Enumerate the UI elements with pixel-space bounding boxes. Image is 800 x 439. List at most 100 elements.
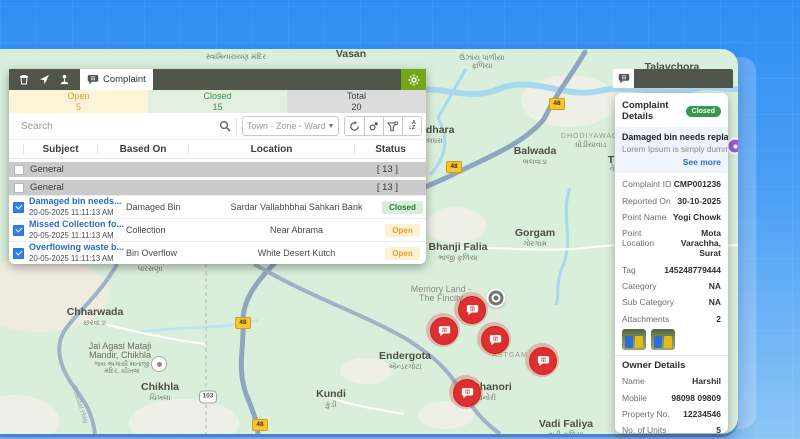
attraction-poi-icon[interactable] — [487, 289, 506, 308]
map-label-vadi-faliya: Vadi Faliya — [539, 419, 593, 430]
based-on-value: Bin Overflow — [104, 248, 214, 258]
header-based-on[interactable]: Based On — [97, 144, 188, 155]
field-label: Reported On — [622, 196, 671, 206]
stat-closed[interactable]: Closed 15 — [148, 90, 287, 113]
group-row[interactable]: General [ 13 ] — [9, 180, 426, 195]
map-label-endergota: Endergota — [379, 351, 431, 362]
table-row[interactable]: Overflowing waste b... 20-05-2025 11:11:… — [9, 241, 426, 264]
checkbox-checked[interactable] — [13, 248, 24, 259]
field-value: 98098 09809 — [671, 393, 721, 403]
stats-row: Open 5 Closed 15 Total 20 — [9, 90, 426, 113]
header-location[interactable]: Location — [188, 144, 354, 155]
search-icon[interactable] — [219, 120, 231, 132]
field-label: Tag — [622, 265, 636, 275]
map-label-chharwada: Chharwada — [67, 307, 124, 318]
complaint-marker[interactable] — [525, 343, 559, 377]
stat-total[interactable]: Total 20 — [287, 90, 426, 113]
tabbar-filler — [634, 69, 733, 88]
field-label: Sub Category — [622, 297, 674, 307]
attachment-thumbnails — [622, 329, 721, 350]
field-label: Point Location — [622, 228, 661, 258]
temple-poi-icon[interactable] — [151, 356, 167, 372]
field-row: Category NA — [622, 278, 721, 294]
gear-dot-icon[interactable] — [364, 117, 383, 135]
status-badge: Closed — [686, 106, 721, 117]
table-row[interactable]: Damaged bin needs... 20-05-2025 11:11:13… — [9, 195, 426, 218]
map-label-chikhla-gu: ચિખલા — [149, 394, 170, 402]
complaint-bubble-icon — [537, 355, 550, 367]
detail-panel-tabbar — [613, 69, 733, 88]
complaint-bubble-icon — [466, 304, 479, 316]
purple-poi-icon[interactable] — [727, 138, 739, 155]
navigation-icon[interactable] — [34, 69, 54, 90]
stat-open[interactable]: Open 5 — [9, 90, 148, 113]
stat-closed-value: 15 — [148, 102, 287, 113]
field-value: NA — [709, 281, 721, 291]
table-row[interactable]: Missed Collection fo... 20-05-2025 11:11… — [9, 218, 426, 241]
status-badge: Closed — [382, 201, 423, 214]
header-subject[interactable]: Subject — [23, 144, 97, 155]
complaint-marker[interactable] — [426, 313, 460, 347]
map-label-balwada-gu: બલવાડા — [523, 158, 547, 166]
map-label-dhodiyawadi-gu: ધોડીયાવાડ — [575, 141, 606, 149]
tab-complaint[interactable]: Complaint — [80, 69, 153, 90]
field-row: No. of Units5 — [622, 422, 721, 433]
field-row: Tag145248779444 — [622, 262, 721, 278]
field-row: Point NameYogi Chowk — [622, 209, 721, 225]
checkbox-checked[interactable] — [13, 225, 24, 236]
checkbox-unchecked[interactable] — [14, 183, 24, 193]
field-value: Harshil — [692, 376, 721, 386]
road-badge-48: 48 — [446, 161, 462, 173]
map-label-vadi-faliya-gu: વાડી ફળિયા — [548, 431, 584, 434]
field-value: 12234546 — [683, 409, 721, 419]
complaint-time: 20-05-2025 11:11:13 AM — [29, 254, 114, 263]
complaint-details-card: Complaint Details Closed Damaged bin nee… — [615, 93, 728, 433]
town-zone-ward-dropdown[interactable]: Town - Zone - Ward ▼ — [242, 116, 339, 136]
search-input[interactable] — [9, 120, 219, 133]
divider — [615, 355, 728, 356]
field-row: Sub CategoryNA — [622, 294, 721, 310]
field-value: 2 — [716, 314, 721, 324]
map-label-jai-agasi: Jai Agasi Mataji Mandir, Chikhla — [83, 342, 157, 361]
person-icon[interactable] — [54, 69, 74, 90]
group-name: General — [30, 164, 64, 175]
complaint-bubble-icon — [618, 73, 630, 84]
sort-az-icon[interactable]: ↓ AZ — [402, 117, 421, 135]
map-label-swaminarayan-mandir: સ્વામિનારાયણ મંદિર — [206, 53, 266, 61]
complaint-bubble-icon — [438, 325, 451, 337]
field-label: Attachments — [622, 314, 669, 324]
complaint-bubble-icon — [489, 334, 502, 346]
field-row: Complaint IDCMP001236 — [622, 176, 721, 192]
attachment-photo[interactable] — [651, 329, 675, 350]
map-label-partial-t-gu: તે — [610, 165, 615, 173]
refresh-icon[interactable] — [345, 117, 363, 135]
road-badge-48: 48 — [252, 419, 268, 431]
field-row: Reported On30-10-2025 — [622, 192, 721, 208]
header-status[interactable]: Status — [354, 144, 426, 155]
complaint-marker[interactable] — [477, 322, 511, 356]
checkbox-checked[interactable] — [13, 202, 24, 213]
attachment-photo[interactable] — [622, 329, 646, 350]
based-on-value: Collection — [104, 225, 214, 235]
group-row[interactable]: General [ 13 ] — [9, 162, 426, 177]
tab-complaint-detail[interactable] — [613, 69, 634, 88]
field-label: Category — [622, 281, 657, 291]
field-label: Mobile — [622, 393, 647, 403]
checkbox-unchecked[interactable] — [14, 165, 24, 175]
complaint-marker[interactable] — [449, 375, 483, 409]
bin-icon[interactable] — [14, 69, 34, 90]
road-badge-48: 48 — [549, 98, 565, 110]
complaint-time: 20-05-2025 11:11:13 AM — [29, 231, 114, 240]
road-badge-48: 48 — [235, 317, 251, 329]
settings-button[interactable] — [401, 69, 426, 90]
map-label-bhanji-falia-gu: ભાંજી ફળિયા — [438, 254, 478, 262]
divider — [236, 118, 237, 134]
field-label: No. of Units — [622, 425, 666, 433]
map-label-gorgam: Gorgam — [515, 228, 555, 239]
filter-funnel-icon[interactable] — [383, 117, 402, 135]
complaint-title: Damaged bin needs replace... — [622, 132, 721, 142]
field-row: Attachments 2 — [622, 311, 721, 327]
see-more-link[interactable]: See more — [622, 157, 721, 167]
map-label-kundi-gu: કુંડી — [325, 401, 337, 409]
chevron-down-icon: ▼ — [327, 123, 334, 130]
